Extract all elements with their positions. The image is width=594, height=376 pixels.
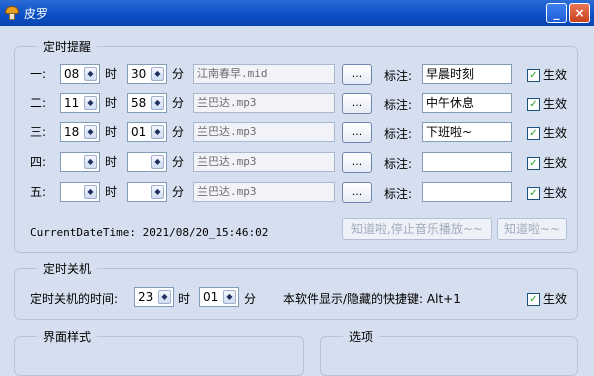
enable-label: 生效 [543, 186, 568, 200]
enable-label: 生效 [543, 156, 568, 170]
timer-group-title: 定时提醒 [37, 38, 98, 55]
spin-arrow-icon[interactable]: ◆ [151, 125, 164, 139]
minute-unit: 分 [172, 125, 185, 139]
hour-unit: 时 [105, 67, 118, 81]
hour-unit: 时 [105, 125, 118, 139]
browse-button[interactable]: ... [342, 152, 372, 173]
hour-spinner[interactable]: ◆ [60, 182, 100, 202]
enable-checkbox[interactable]: ✓ [527, 187, 540, 200]
hour-spinner[interactable]: 11 ◆ [60, 93, 100, 113]
hour-spinner[interactable]: ◆ [60, 152, 100, 172]
shutdown-minute-unit: 分 [244, 292, 257, 306]
music-file-field[interactable]: 兰巴达.mp3 [193, 182, 335, 202]
current-datetime: CurrentDateTime: 2021/08/20_15:46:02 [30, 226, 269, 239]
hour-value: 18 [64, 125, 80, 139]
spin-arrow-icon[interactable]: ◆ [84, 67, 97, 81]
minute-value: 58 [131, 96, 147, 110]
note-field[interactable] [422, 182, 512, 202]
options-group: 选项 [320, 328, 578, 376]
window-title: 皮罗 [24, 6, 49, 21]
minute-unit: 分 [172, 96, 185, 110]
stop-music-button[interactable]: 知道啦,停止音乐播放~~ [342, 218, 492, 240]
spin-arrow-icon[interactable]: ◆ [151, 67, 164, 81]
enable-label: 生效 [543, 68, 568, 82]
enable-checkbox[interactable]: ✓ [527, 69, 540, 82]
music-file-field[interactable]: 江南春早.mid [193, 64, 335, 84]
minute-unit: 分 [172, 185, 185, 199]
row-label: 四: [30, 155, 47, 169]
note-field[interactable]: 中午休息 [422, 93, 512, 113]
browse-button[interactable]: ... [342, 122, 372, 143]
spin-arrow-icon[interactable]: ◆ [151, 96, 164, 110]
music-file-field[interactable]: 兰巴达.mp3 [193, 122, 335, 142]
enable-checkbox[interactable]: ✓ [527, 157, 540, 170]
enable-checkbox[interactable]: ✓ [527, 127, 540, 140]
enable-label: 生效 [543, 97, 568, 111]
browse-button[interactable]: ... [342, 182, 372, 203]
enable-checkbox[interactable]: ✓ [527, 98, 540, 111]
options-group-title: 选项 [343, 328, 380, 345]
shutdown-hour-unit: 时 [178, 292, 191, 306]
minute-value: 30 [131, 67, 147, 81]
minute-spinner[interactable]: ◆ [127, 182, 167, 202]
minute-spinner[interactable]: 01 ◆ [127, 122, 167, 142]
spin-arrow-icon[interactable]: ◆ [223, 290, 236, 304]
spin-arrow-icon[interactable]: ◆ [84, 185, 97, 199]
title-bar[interactable]: 皮罗 _ × [0, 0, 594, 26]
note-field[interactable] [422, 152, 512, 172]
shutdown-enable-label: 生效 [543, 292, 568, 306]
style-group-title: 界面样式 [37, 328, 98, 345]
row-label: 二: [30, 96, 47, 110]
shutdown-hour-value: 23 [138, 290, 154, 304]
hour-unit: 时 [105, 96, 118, 110]
minute-spinner[interactable]: 58 ◆ [127, 93, 167, 113]
hour-unit: 时 [105, 155, 118, 169]
interface-style-group: 界面样式 [14, 328, 304, 376]
spin-arrow-icon[interactable]: ◆ [84, 96, 97, 110]
note-label: 标注: [384, 98, 413, 112]
enable-label: 生效 [543, 126, 568, 140]
spin-arrow-icon[interactable]: ◆ [151, 155, 164, 169]
shutdown-time-label: 定时关机的时间: [30, 292, 119, 306]
minute-unit: 分 [172, 155, 185, 169]
note-label: 标注: [384, 127, 413, 141]
note-field[interactable]: 早晨时刻 [422, 64, 512, 84]
note-label: 标注: [384, 157, 413, 171]
minute-unit: 分 [172, 67, 185, 81]
shutdown-minute-value: 01 [203, 290, 219, 304]
hotkey-info: 本软件显示/隐藏的快捷键: Alt+1 [283, 292, 461, 306]
row-label: 五: [30, 185, 47, 199]
shutdown-hour-spinner[interactable]: 23 ◆ [134, 287, 174, 307]
hour-value: 11 [64, 96, 80, 110]
spin-arrow-icon[interactable]: ◆ [151, 185, 164, 199]
music-file-field[interactable]: 兰巴达.mp3 [193, 152, 335, 172]
minute-spinner[interactable]: ◆ [127, 152, 167, 172]
spin-arrow-icon[interactable]: ◆ [84, 155, 97, 169]
hour-spinner[interactable]: 08 ◆ [60, 64, 100, 84]
shutdown-group-title: 定时关机 [37, 260, 98, 277]
shutdown-enable-checkbox[interactable]: ✓ [527, 293, 540, 306]
mushroom-app-icon [4, 5, 20, 21]
hour-value: 08 [64, 67, 80, 81]
browse-button[interactable]: ... [342, 93, 372, 114]
ok-button[interactable]: 知道啦~~ [497, 218, 567, 240]
row-label: 一: [30, 67, 47, 81]
music-file-field[interactable]: 兰巴达.mp3 [193, 93, 335, 113]
close-button[interactable]: × [569, 3, 590, 23]
hour-unit: 时 [105, 185, 118, 199]
hour-spinner[interactable]: 18 ◆ [60, 122, 100, 142]
spin-arrow-icon[interactable]: ◆ [158, 290, 171, 304]
minimize-button[interactable]: _ [546, 3, 567, 23]
minute-spinner[interactable]: 30 ◆ [127, 64, 167, 84]
note-label: 标注: [384, 187, 413, 201]
row-label: 三: [30, 125, 47, 139]
note-label: 标注: [384, 69, 413, 83]
note-field[interactable]: 下班啦~ [422, 122, 512, 142]
shutdown-minute-spinner[interactable]: 01 ◆ [199, 287, 239, 307]
minute-value: 01 [131, 125, 147, 139]
spin-arrow-icon[interactable]: ◆ [84, 125, 97, 139]
browse-button[interactable]: ... [342, 64, 372, 85]
